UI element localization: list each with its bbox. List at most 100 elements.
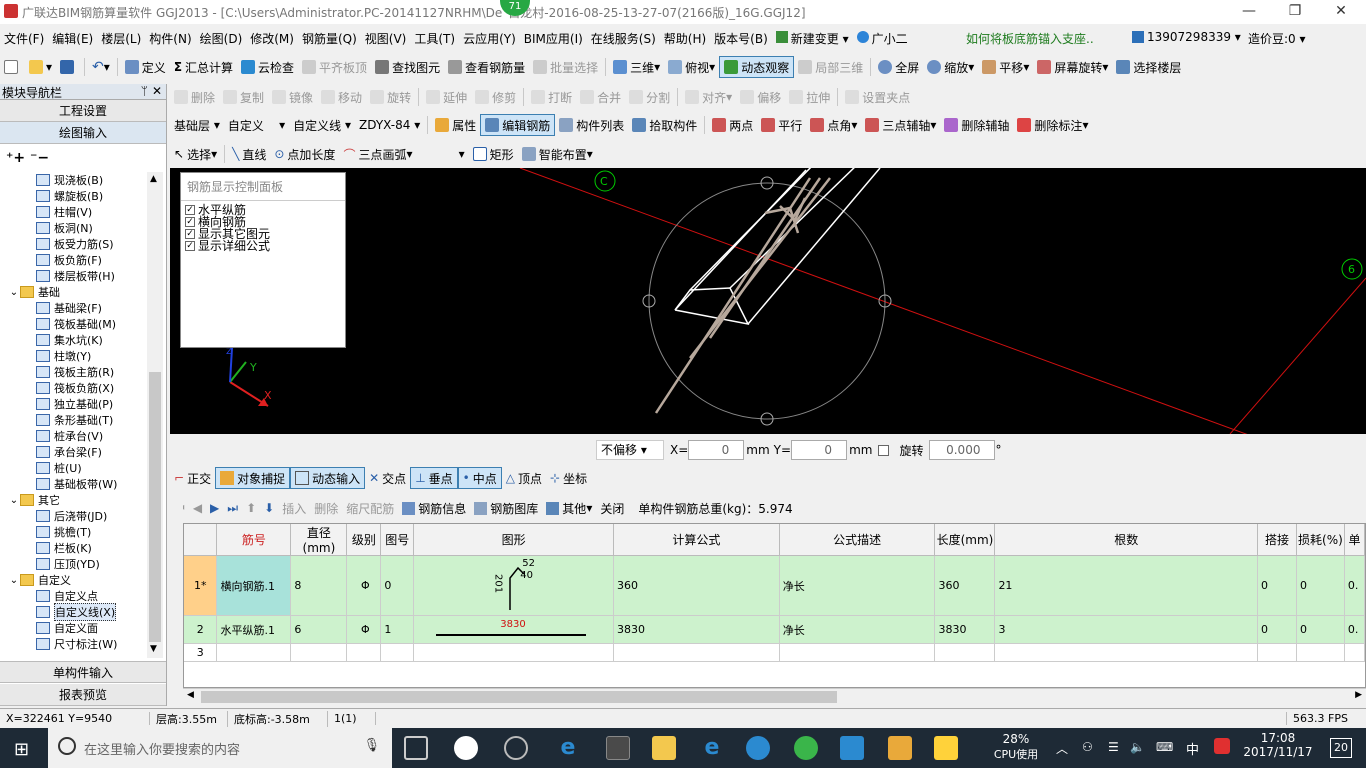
parallel-button[interactable]: 平行 xyxy=(757,114,806,136)
description-cell[interactable] xyxy=(779,643,936,662)
column-header[interactable]: 图号 xyxy=(380,524,415,556)
user-account[interactable]: 13907298339 ▾ xyxy=(1132,30,1241,44)
lap-cell[interactable]: 0 xyxy=(1257,555,1297,616)
align-slab-top-button[interactable]: 平齐板顶 xyxy=(298,56,371,78)
ie-browser-icon[interactable]: e xyxy=(700,736,724,760)
ime-indicator[interactable]: 中 xyxy=(1186,739,1199,758)
diameter-cell[interactable]: 8 xyxy=(290,555,348,616)
grade-cell[interactable]: Φ xyxy=(346,615,382,644)
minimize-button[interactable]: — xyxy=(1226,0,1272,24)
collapse-toggle-icon[interactable]: ⌄ xyxy=(8,575,20,586)
shape-cell[interactable]: 52 40 201 xyxy=(413,555,614,616)
menu-bim[interactable]: BIM应用(I) xyxy=(520,30,587,47)
tree-scrollbar[interactable]: ▲ ▼ xyxy=(147,172,163,658)
scroll-up-icon[interactable]: ▲ xyxy=(150,174,157,184)
checkbox-icon[interactable]: ✓ xyxy=(185,217,195,227)
pan-button[interactable]: 平移 ▾ xyxy=(978,56,1033,78)
pinwheel-app-icon[interactable] xyxy=(454,736,478,760)
loss-cell[interactable] xyxy=(1296,643,1345,662)
summary-calc-button[interactable]: Σ 汇总计算 xyxy=(170,56,237,78)
scroll-down-icon[interactable]: ▼ xyxy=(150,644,157,654)
yellow-app-icon[interactable] xyxy=(934,736,958,760)
drawing-input-button[interactable]: 绘图输入 xyxy=(0,122,166,144)
glodon-app-icon[interactable] xyxy=(746,736,770,760)
file-explorer-icon[interactable] xyxy=(652,736,676,760)
tree-item[interactable]: 集水坑(K) xyxy=(0,332,147,348)
menu-view[interactable]: 视图(V) xyxy=(361,30,411,47)
three-point-arc-button[interactable]: ⌒ 三点画弧 ▾ xyxy=(339,143,416,165)
split-button[interactable]: 分割 xyxy=(625,86,674,108)
loss-cell[interactable]: 0 xyxy=(1296,615,1345,644)
rotate-checkbox[interactable] xyxy=(878,444,890,456)
offset-mode-select[interactable]: 不偏移 ▾ xyxy=(596,440,664,460)
set-grip-button[interactable]: 设置夹点 xyxy=(841,86,914,108)
tree-item[interactable]: 桩(U) xyxy=(0,460,147,476)
tip-link[interactable]: 如何将板底筋锚入支座.. xyxy=(966,30,1094,47)
formula-cell[interactable]: 3830 xyxy=(613,615,780,644)
component-list-button[interactable]: 构件列表 xyxy=(555,114,628,136)
task-view-icon[interactable] xyxy=(404,736,428,760)
menu-floor[interactable]: 楼层(L) xyxy=(97,30,145,47)
menu-online[interactable]: 在线服务(S) xyxy=(587,30,660,47)
tree-item[interactable]: 条形基础(T) xyxy=(0,412,147,428)
green-app-icon[interactable] xyxy=(794,736,818,760)
merge-button[interactable]: 合并 xyxy=(576,86,625,108)
copy-button[interactable]: 复制 xyxy=(219,86,268,108)
move-button[interactable]: 移动 xyxy=(317,86,366,108)
column-header[interactable]: 公式描述 xyxy=(779,524,936,556)
zoom-button[interactable]: 缩放 ▾ xyxy=(923,56,978,78)
two-point-button[interactable]: 两点 xyxy=(708,114,757,136)
tree-item[interactable]: 筏板主筋(R) xyxy=(0,364,147,380)
rectangle-button[interactable]: 矩形 xyxy=(469,143,518,165)
scale-rebar-button[interactable]: 缩尺配筋 xyxy=(342,500,398,517)
column-header[interactable]: 单 xyxy=(1344,524,1365,556)
batch-select-button[interactable]: 批量选择 xyxy=(529,56,602,78)
column-header[interactable]: 图形 xyxy=(413,524,614,556)
dynamic-input-button[interactable]: 动态输入 xyxy=(290,467,366,489)
checkbox-icon[interactable]: ✓ xyxy=(185,229,195,239)
menu-version[interactable]: 版本号(B) xyxy=(710,30,772,47)
grid-scroll-thumb[interactable] xyxy=(201,691,837,703)
menu-rebar[interactable]: 钢筋量(Q) xyxy=(298,30,361,47)
edit-rebar-button[interactable]: 编辑钢筋 xyxy=(480,114,556,136)
tree-item[interactable]: 自定义线(X) xyxy=(0,603,147,621)
description-cell[interactable]: 净长 xyxy=(779,555,936,616)
stretch-button[interactable]: 拉伸 xyxy=(785,86,834,108)
grade-cell[interactable]: Φ xyxy=(346,555,382,616)
perpendicular-snap-button[interactable]: ⊥ 垂点 xyxy=(410,467,458,489)
menu-cloud[interactable]: 云应用(Y) xyxy=(459,30,520,47)
select-button[interactable]: ↖ 选择 ▾ xyxy=(170,143,221,165)
delete-button[interactable]: 删除 xyxy=(170,86,219,108)
store-icon[interactable] xyxy=(606,736,630,760)
tree-item[interactable]: 尺寸标注(W) xyxy=(0,636,147,652)
column-header[interactable]: 长度(mm) xyxy=(934,524,996,556)
tree-item[interactable]: ⌄ 其它 xyxy=(0,492,147,508)
menu-new-change[interactable]: 新建变更 ▾ xyxy=(772,30,853,47)
volume-icon[interactable]: 🔈 xyxy=(1130,740,1145,754)
cloud-check-button[interactable]: 云检查 xyxy=(237,56,298,78)
formula-cell[interactable] xyxy=(613,643,780,662)
app-circle-icon[interactable] xyxy=(504,736,528,760)
open-button[interactable]: ▾ xyxy=(25,56,56,78)
column-header[interactable]: 级别 xyxy=(346,524,382,556)
tree-item[interactable]: 柱墩(Y) xyxy=(0,348,147,364)
point-length-button[interactable]: ⊙ 点加长度 xyxy=(270,143,339,165)
table-row[interactable]: 1* 横向钢筋.1 8 Φ 0 52 40 201 360 净长 360 21 … xyxy=(184,555,1365,616)
rotate-input[interactable]: 0.000 xyxy=(929,440,996,460)
menu-help[interactable]: 帮助(H) xyxy=(660,30,710,47)
tree-item[interactable]: 现浇板(B) xyxy=(0,172,147,188)
code-select[interactable]: ZDYX-84 ▾ xyxy=(355,114,424,136)
extend-button[interactable]: 延伸 xyxy=(422,86,471,108)
count-cell[interactable]: 3 xyxy=(994,615,1259,644)
delete-dimension-button[interactable]: 删除标注 ▾ xyxy=(1013,114,1092,136)
save-button[interactable] xyxy=(56,56,81,78)
tree-item[interactable]: 独立基础(P) xyxy=(0,396,147,412)
new-file-button[interactable] xyxy=(0,56,25,78)
column-header[interactable]: 损耗(%) xyxy=(1296,524,1345,556)
bar-name-cell[interactable]: 水平纵筋.1 xyxy=(216,615,292,644)
unit-weight-cell[interactable]: 0. xyxy=(1344,555,1365,616)
option-show-detailed-formula[interactable]: ✓ 显示详细公式 xyxy=(181,240,345,252)
tree-item[interactable]: ⌄ 自定义 xyxy=(0,572,147,588)
y-offset-input[interactable]: 0 xyxy=(791,440,848,460)
checkbox-icon[interactable]: ✓ xyxy=(185,205,195,215)
